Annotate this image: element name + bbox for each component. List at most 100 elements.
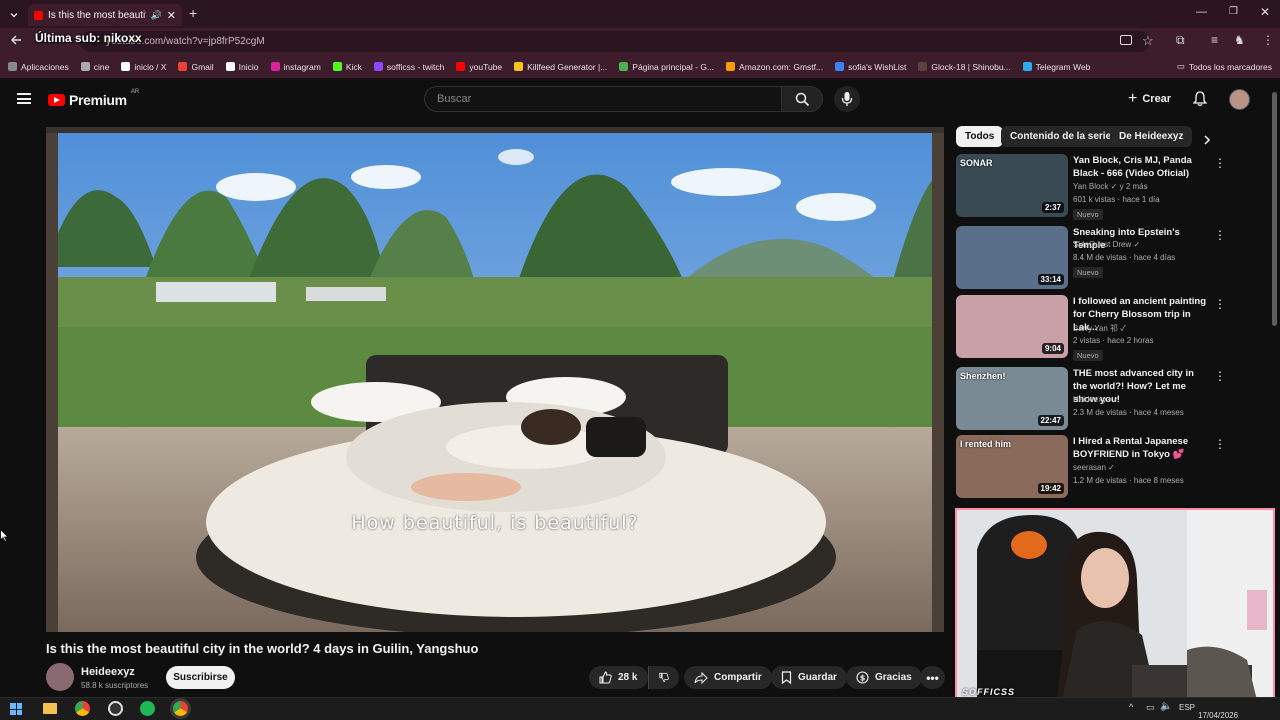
chip-channel[interactable]: De Heideexyz — [1110, 126, 1193, 147]
recommendation-channel[interactable]: seerasan ✓ — [1073, 463, 1115, 472]
bookmark-item[interactable]: sofficss - twitch — [373, 62, 444, 72]
search-button[interactable] — [781, 86, 823, 112]
recommendation-channel[interactable]: Heideexyz ✓ — [1073, 395, 1119, 404]
new-tab-icon[interactable]: + — [189, 5, 197, 21]
voice-search-button[interactable] — [834, 86, 860, 112]
extensions-icon[interactable]: ⧉ — [1176, 33, 1185, 48]
thanks-button[interactable]: $ Gracias — [846, 666, 922, 689]
notifications-bell-icon[interactable] — [1192, 91, 1208, 112]
thumbs-down-icon — [659, 672, 669, 683]
windows-start-icon[interactable] — [10, 703, 22, 715]
language-indicator[interactable]: ESP — [1179, 703, 1195, 712]
bookmark-item[interactable]: inicio / X — [121, 62, 166, 72]
bookmark-item[interactable]: Amazon.com: Gmstf... — [726, 62, 823, 72]
recommendation-title[interactable]: Yan Block, Cris MJ, Panda Black - 666 (V… — [1073, 154, 1206, 180]
recommendation-channel[interactable]: Barry Yan 祁 ✓ — [1073, 323, 1126, 334]
share-button[interactable]: Compartir — [684, 666, 772, 689]
bookmark-item[interactable]: instagram — [270, 62, 321, 72]
chrome-icon[interactable] — [75, 701, 90, 716]
create-button[interactable]: + Crear — [1128, 90, 1171, 108]
more-vertical-icon[interactable]: ⋮ — [1214, 228, 1226, 242]
chips-next-icon[interactable] — [1202, 133, 1212, 151]
bookmark-item[interactable]: sofia's WishList — [835, 62, 906, 72]
hamburger-menu-icon[interactable] — [17, 93, 31, 104]
video-duration: 33:14 — [1037, 274, 1064, 285]
bookmark-item[interactable]: Aplicaciones — [8, 62, 69, 72]
tab-audio-icon[interactable]: 🔊 — [151, 10, 162, 21]
recommendation-meta: 1.2 M de vistas · hace 8 meses — [1073, 476, 1184, 485]
bookmark-star-icon[interactable]: ☆ — [1142, 33, 1154, 49]
like-button[interactable]: 28 k — [589, 666, 648, 689]
more-vertical-icon[interactable]: ⋮ — [1214, 297, 1226, 311]
address-bar[interactable]: youtube.com/watch?v=jp8frP52cgM — [80, 31, 1150, 52]
more-actions-button[interactable]: ••• — [920, 666, 945, 689]
dislike-button[interactable] — [648, 666, 679, 689]
mouse-cursor-icon — [0, 528, 9, 547]
tray-chevron-icon[interactable]: ^ — [1129, 702, 1133, 712]
bookmark-item[interactable]: Glock-18 | Shinobu... — [918, 61, 1011, 72]
dollar-heart-icon: $ — [856, 671, 869, 684]
bookmark-item[interactable]: Página principal - G... — [619, 62, 714, 72]
scrollbar[interactable] — [1272, 92, 1277, 326]
more-vertical-icon[interactable]: ⋮ — [1214, 437, 1226, 451]
recommendation-item[interactable]: 33:14 Sneaking into Epstein's Temple SideQ… — [956, 226, 1256, 290]
profile-extension-icon[interactable]: ♞ — [1234, 33, 1245, 47]
recommendation-thumbnail[interactable]: Shenzhen! 22:47 — [956, 367, 1068, 430]
save-button[interactable]: Guardar — [771, 666, 847, 689]
browser-tab-active[interactable]: Is this the most beautiful ci 🔊 ✕ — [28, 4, 182, 26]
chip-series[interactable]: Contenido de la serie — [1001, 126, 1121, 147]
obs-icon[interactable] — [108, 701, 123, 716]
cast-icon[interactable] — [1120, 35, 1132, 45]
bookmark-label: Aplicaciones — [21, 61, 69, 72]
more-vertical-icon[interactable]: ⋮ — [1214, 369, 1226, 383]
recommendation-thumbnail[interactable]: 9:04 — [956, 295, 1068, 358]
back-icon[interactable] — [9, 33, 23, 52]
recommendation-item[interactable]: SONAR 2:37 Yan Block, Cris MJ, Panda Black… — [956, 154, 1256, 220]
bookmark-item[interactable]: Killfeed Generator |... — [514, 62, 607, 72]
chrome-active-icon[interactable] — [173, 701, 188, 716]
recommendation-item[interactable]: I rented him 19:42 I Hired a Rental Japane… — [956, 435, 1256, 499]
video-player[interactable]: How beautiful, is beautiful? — [46, 127, 944, 632]
recommendation-thumbnail[interactable]: 33:14 — [956, 226, 1068, 289]
subscribe-button[interactable]: Suscribirse — [166, 666, 235, 689]
restore-icon[interactable]: ❐ — [1229, 6, 1238, 17]
bookmark-item[interactable]: Telegram Web — [1022, 62, 1090, 72]
bookmark-favicon-icon — [726, 62, 736, 71]
file-explorer-icon[interactable] — [43, 703, 57, 714]
bookmark-label: Glock-18 | Shinobu... — [931, 61, 1011, 72]
youtube-favicon-icon — [34, 10, 43, 20]
close-window-icon[interactable]: ✕ — [1260, 5, 1270, 19]
bookmark-icon — [781, 671, 792, 684]
channel-avatar[interactable] — [46, 663, 74, 691]
volume-icon[interactable]: 🔈 — [1160, 701, 1172, 712]
channel-name[interactable]: Heideexyz — [81, 666, 135, 678]
recommendation-item[interactable]: Shenzhen! 22:47 THE most advanced city in … — [956, 367, 1256, 431]
recommendation-thumbnail[interactable]: SONAR 2:37 — [956, 154, 1068, 217]
minimize-icon[interactable]: — — [1196, 6, 1207, 18]
bookmark-item[interactable]: Inicio — [225, 62, 259, 72]
browser-menu-icon[interactable]: ⋮ — [1262, 33, 1274, 47]
more-vertical-icon[interactable]: ⋮ — [1214, 156, 1226, 170]
recommendation-thumbnail[interactable]: I rented him 19:42 — [956, 435, 1068, 498]
bookmark-item[interactable]: Kick — [332, 62, 362, 72]
bookmark-item[interactable]: youTube — [456, 62, 502, 72]
taskbar-date[interactable]: 17/04/2026 — [1198, 711, 1238, 720]
all-bookmarks-folder[interactable]: ▭ Todos los marcadores — [1177, 61, 1272, 72]
user-avatar[interactable] — [1229, 89, 1250, 110]
network-icon[interactable]: ▭ — [1146, 702, 1155, 713]
bookmark-item[interactable]: Gmail — [178, 62, 214, 72]
recommendation-item[interactable]: 9:04 I followed an ancient painting for C… — [956, 295, 1256, 361]
recommendation-channel[interactable]: SideQuest Drew ✓ — [1073, 240, 1140, 249]
tab-close-icon[interactable]: ✕ — [167, 9, 176, 22]
recommendation-channel[interactable]: Yan Block ✓ y 2 más — [1073, 182, 1148, 191]
webcam-overlay: SOFFICSS — [955, 508, 1275, 702]
tab-search-chevron-icon[interactable] — [8, 8, 20, 20]
media-controls-icon[interactable]: ≡ — [1211, 33, 1218, 47]
youtube-logo[interactable]: Premium AR — [48, 89, 139, 108]
chip-all[interactable]: Todos — [956, 126, 1004, 147]
bookmark-item[interactable]: cine — [80, 62, 109, 72]
search-input[interactable]: Buscar — [424, 86, 782, 112]
recommendation-title[interactable]: I Hired a Rental Japanese BOYFRIEND in T… — [1073, 435, 1206, 461]
spotify-icon[interactable] — [140, 701, 155, 716]
video-duration: 9:04 — [1041, 343, 1064, 354]
